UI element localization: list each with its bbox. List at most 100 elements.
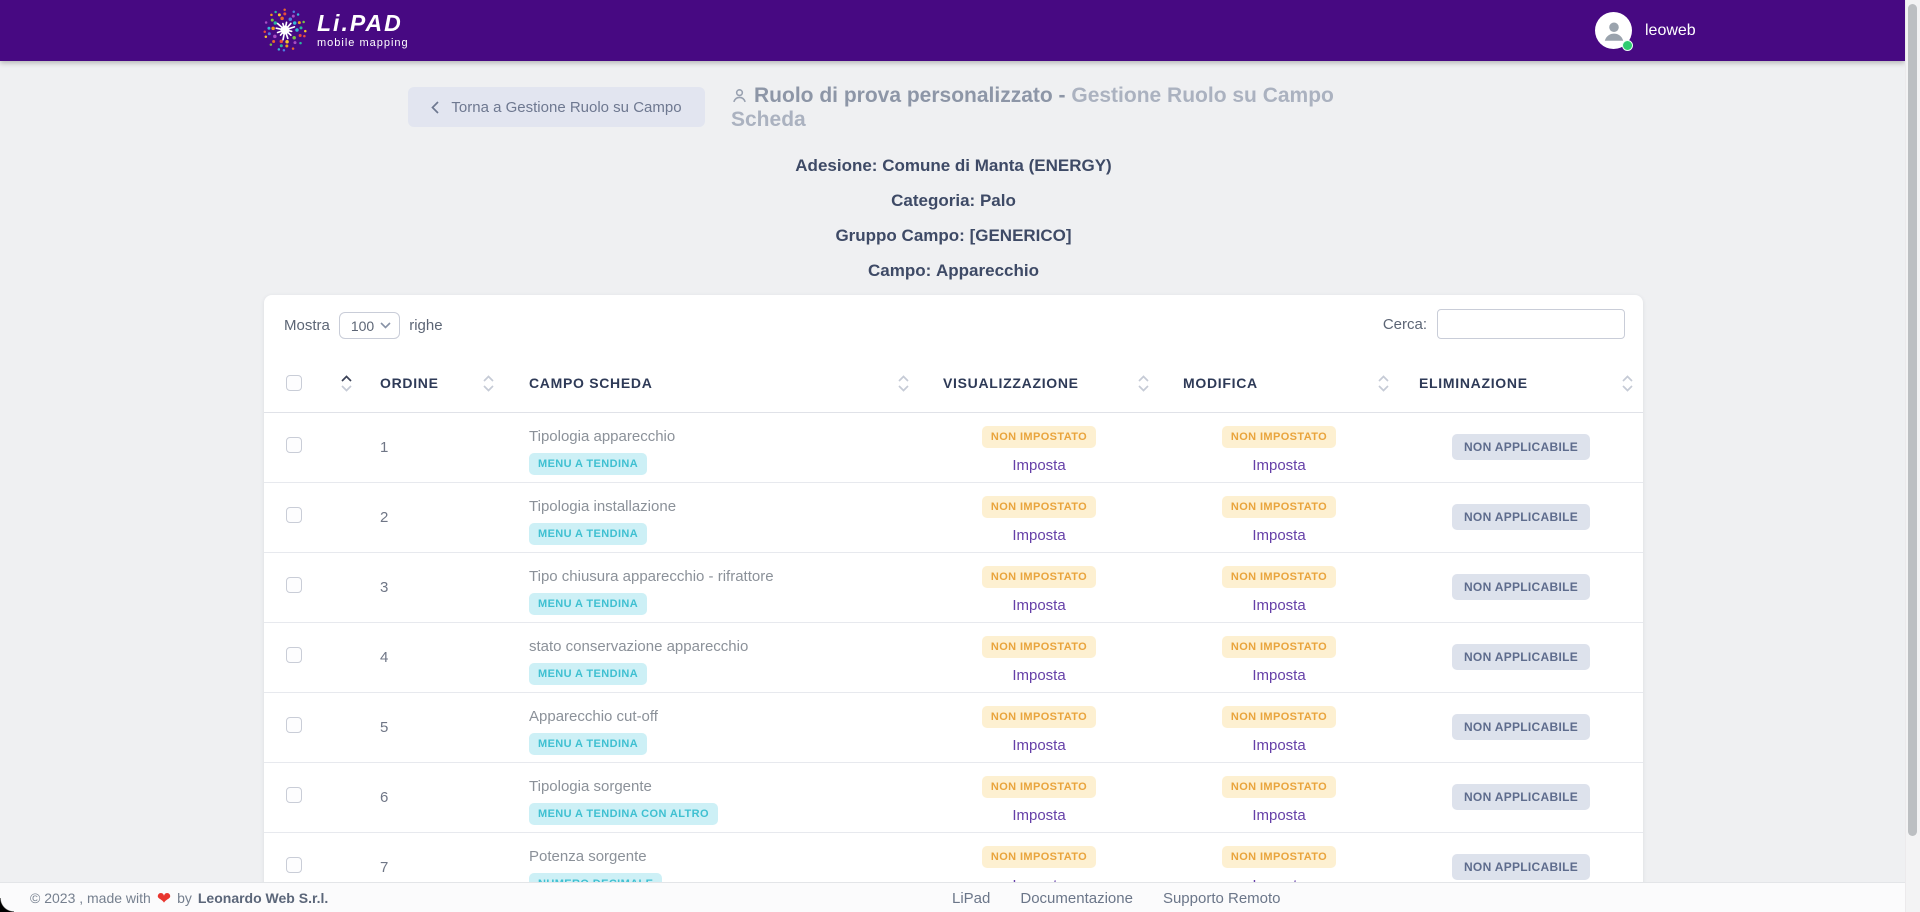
header-modifica[interactable]: MODIFICA — [1159, 355, 1399, 412]
sort-up-icon[interactable] — [341, 375, 352, 382]
footer-links: LiPad Documentazione Supporto Remoto — [952, 883, 1281, 912]
campo-name: Tipologia apparecchio — [529, 428, 919, 445]
imposta-modifica-link[interactable]: Imposta — [1252, 527, 1305, 544]
visualizzazione-status-badge: NON IMPOSTATO — [982, 496, 1096, 518]
logo-text: Li.PAD mobile mapping — [317, 12, 409, 49]
eliminazione-status-badge: NON APPLICABILE — [1452, 434, 1590, 460]
footer: © 2023 , made with ❤ by Leonardo Web S.r… — [0, 882, 1920, 912]
window-corner — [0, 898, 14, 912]
modifica-status-badge: NON IMPOSTATO — [1222, 636, 1336, 658]
back-button-label: Torna a Gestione Ruolo su Campo — [451, 99, 681, 116]
eliminazione-status-badge: NON APPLICABILE — [1452, 854, 1590, 880]
info-gruppo-campo-value: [GENERICO] — [970, 226, 1072, 245]
sort-icons[interactable] — [483, 375, 494, 392]
sort-icons[interactable] — [1378, 375, 1389, 392]
imposta-visualizzazione-link[interactable]: Imposta — [1012, 597, 1065, 614]
sort-down-icon[interactable] — [1378, 385, 1389, 392]
table-row: 6 Tipologia sorgente MENU A TENDINA CON … — [264, 762, 1643, 832]
row-checkbox[interactable] — [286, 577, 302, 593]
row-checkbox[interactable] — [286, 857, 302, 873]
imposta-visualizzazione-link[interactable]: Imposta — [1012, 527, 1065, 544]
sort-down-icon[interactable] — [898, 385, 909, 392]
search-input[interactable] — [1437, 309, 1625, 339]
row-checkbox[interactable] — [286, 787, 302, 803]
row-checkbox[interactable] — [286, 437, 302, 453]
sort-icons[interactable] — [1622, 375, 1633, 392]
imposta-visualizzazione-link[interactable]: Imposta — [1012, 807, 1065, 824]
scrollbar-track[interactable] — [1905, 0, 1920, 912]
imposta-modifica-link[interactable]: Imposta — [1252, 737, 1305, 754]
sort-down-icon[interactable] — [341, 385, 352, 392]
visualizzazione-status-badge: NON IMPOSTATO — [982, 566, 1096, 588]
info-campo: Campo: Apparecchio — [264, 261, 1643, 279]
page-size-value: 100 — [351, 318, 374, 334]
imposta-visualizzazione-link[interactable]: Imposta — [1012, 457, 1065, 474]
sort-up-icon[interactable] — [898, 375, 909, 382]
imposta-visualizzazione-link[interactable]: Imposta — [1012, 667, 1065, 684]
visualizzazione-status-badge: NON IMPOSTATO — [982, 846, 1096, 868]
sort-down-icon[interactable] — [1622, 385, 1633, 392]
copyright-by: by — [177, 890, 192, 906]
logo-starburst-icon — [260, 5, 310, 55]
modifica-status-badge: NON IMPOSTATO — [1222, 706, 1336, 728]
imposta-modifica-link[interactable]: Imposta — [1252, 667, 1305, 684]
header-eliminazione-label: ELIMINAZIONE — [1419, 375, 1528, 391]
footer-link-supporto-remoto[interactable]: Supporto Remoto — [1163, 890, 1281, 907]
imposta-visualizzazione-link[interactable]: Imposta — [1012, 737, 1065, 754]
imposta-modifica-link[interactable]: Imposta — [1252, 807, 1305, 824]
ordine-value: 5 — [360, 692, 504, 762]
field-type-badge: MENU A TENDINA — [529, 523, 647, 545]
modifica-status-badge: NON IMPOSTATO — [1222, 846, 1336, 868]
ordine-value: 2 — [360, 482, 504, 552]
footer-link-documentazione[interactable]: Documentazione — [1020, 890, 1133, 907]
modifica-status-badge: NON IMPOSTATO — [1222, 776, 1336, 798]
imposta-modifica-link[interactable]: Imposta — [1252, 597, 1305, 614]
company-name: Leonardo Web S.r.l. — [198, 890, 328, 906]
footer-link-lipad[interactable]: LiPad — [952, 890, 990, 907]
row-checkbox[interactable] — [286, 507, 302, 523]
header-ordine[interactable]: ORDINE — [360, 355, 504, 412]
app-logo[interactable]: Li.PAD mobile mapping — [260, 5, 409, 55]
row-checkbox[interactable] — [286, 647, 302, 663]
header-campo-scheda-label: CAMPO SCHEDA — [529, 375, 653, 391]
header-modifica-label: MODIFICA — [1183, 375, 1258, 391]
header-select-all[interactable] — [264, 355, 360, 412]
select-all-checkbox[interactable] — [286, 375, 302, 391]
row-checkbox[interactable] — [286, 717, 302, 733]
logo-title: Li.PAD — [317, 12, 409, 35]
visualizzazione-status-badge: NON IMPOSTATO — [982, 706, 1096, 728]
sort-up-icon[interactable] — [1138, 375, 1149, 382]
header-campo-scheda[interactable]: CAMPO SCHEDA — [504, 355, 919, 412]
campo-name: Apparecchio cut-off — [529, 708, 919, 725]
header-ordine-label: ORDINE — [380, 375, 439, 391]
campo-name: Tipologia installazione — [529, 498, 919, 515]
online-status-dot — [1622, 40, 1633, 51]
eliminazione-status-badge: NON APPLICABILE — [1452, 714, 1590, 740]
visualizzazione-status-badge: NON IMPOSTATO — [982, 636, 1096, 658]
page-size-select[interactable]: 100 — [339, 312, 400, 339]
username-label: leoweb — [1645, 22, 1696, 40]
search-label: Cerca: — [1383, 316, 1427, 333]
sort-icons[interactable] — [341, 375, 352, 392]
back-button[interactable]: Torna a Gestione Ruolo su Campo — [408, 87, 705, 127]
copyright: © 2023 , made with ❤ by Leonardo Web S.r… — [30, 883, 328, 912]
sort-icons[interactable] — [1138, 375, 1149, 392]
header-eliminazione[interactable]: ELIMINAZIONE — [1399, 355, 1643, 412]
sort-icons[interactable] — [898, 375, 909, 392]
imposta-modifica-link[interactable]: Imposta — [1252, 457, 1305, 474]
sort-down-icon[interactable] — [483, 385, 494, 392]
avatar[interactable] — [1595, 12, 1632, 49]
table-card: Mostra 100 righe Cerca: — [264, 295, 1643, 912]
role-person-icon — [731, 87, 748, 104]
user-menu[interactable]: leoweb — [1595, 12, 1696, 49]
sort-down-icon[interactable] — [1138, 385, 1149, 392]
table-row: 5 Apparecchio cut-off MENU A TENDINA NON… — [264, 692, 1643, 762]
sort-up-icon[interactable] — [1622, 375, 1633, 382]
info-campo-value: Apparecchio — [936, 261, 1039, 280]
sort-up-icon[interactable] — [1378, 375, 1389, 382]
table-row: 3 Tipo chiusura apparecchio - rifrattore… — [264, 552, 1643, 622]
header-visualizzazione[interactable]: VISUALIZZAZIONE — [919, 355, 1159, 412]
sort-up-icon[interactable] — [483, 375, 494, 382]
scrollbar-thumb[interactable] — [1908, 4, 1917, 836]
info-gruppo-campo: Gruppo Campo: [GENERICO] — [264, 226, 1643, 244]
